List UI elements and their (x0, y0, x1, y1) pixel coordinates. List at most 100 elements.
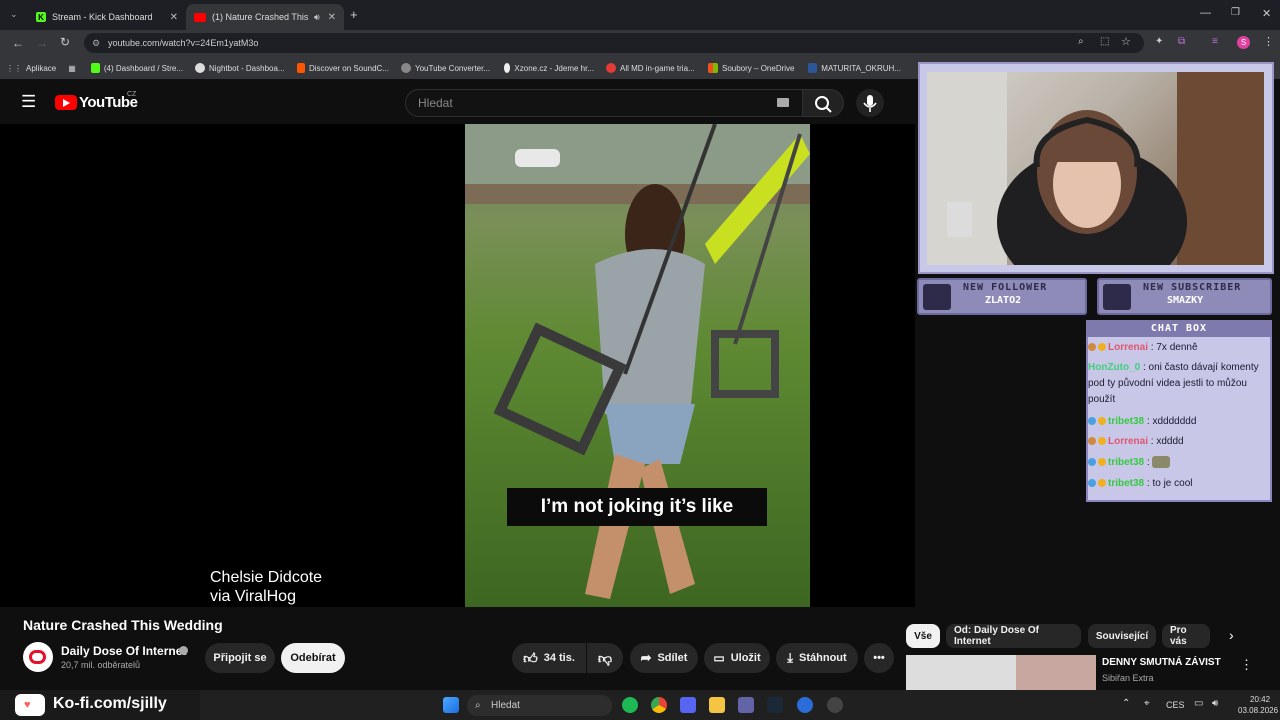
search-button[interactable] (802, 89, 844, 117)
bookmark-apps[interactable]: ⋮⋮ Aplikace ▦ (0, 64, 85, 73)
bookmark-xzone[interactable]: Xzone.cz - Jdeme hr... (498, 63, 600, 73)
subscribe-button[interactable]: Odebírat (281, 643, 345, 673)
country-code: CZ (127, 91, 137, 98)
join-button[interactable]: Připojit se (205, 643, 275, 673)
language-indicator[interactable]: CES (1166, 700, 1185, 710)
chip-related[interactable]: Související (1088, 624, 1156, 648)
tray-chevron-icon[interactable]: ⌃ (1122, 698, 1130, 709)
file-explorer-icon[interactable] (709, 697, 725, 713)
browser-menu-icon[interactable]: ⋮ (1263, 35, 1274, 48)
obs-icon[interactable] (827, 697, 843, 713)
join-label: Připojit se (213, 652, 267, 664)
keyboard-icon[interactable] (777, 98, 789, 107)
recommended-channel[interactable]: Sibiřan Extra (1102, 673, 1154, 683)
chat-text: : xdddd (1150, 436, 1184, 447)
streamer-scene (927, 72, 1264, 297)
voice-search-button[interactable] (856, 89, 884, 117)
like-count: 34 tis. (543, 652, 575, 664)
location-icon[interactable]: ⌖ (1144, 698, 1150, 709)
volume-icon[interactable]: 🔊︎ (1212, 698, 1218, 709)
network-icon[interactable]: ▭ (1194, 698, 1203, 709)
bookmark-dashboard[interactable]: (4) Dashboard / Stre... (85, 63, 189, 73)
app-c-icon[interactable] (797, 697, 813, 713)
recommended-thumbnail[interactable] (906, 655, 1096, 691)
reload-icon[interactable]: ↻ (60, 35, 70, 49)
bookmark-label: Discover on SoundC... (308, 63, 389, 73)
new-tab-icon[interactable]: + (350, 7, 358, 22)
save-button[interactable]: ▭ Uložit (704, 643, 770, 673)
profile-avatar-icon[interactable]: S (1237, 36, 1250, 49)
clock-time[interactable]: 20:42 (1250, 695, 1270, 704)
save-playlist-icon: ▭ (713, 651, 725, 665)
site-info-icon[interactable]: ⚙ (92, 38, 100, 49)
youtube-logo-icon[interactable] (55, 95, 77, 110)
recommended-title[interactable]: DENNY SMUTNÁ ZÁVIST (1102, 657, 1221, 668)
bookmark-onedrive[interactable]: Soubory – OneDrive (702, 63, 802, 73)
bookmark-nightbot[interactable]: Nightbot - Dashboa... (189, 63, 291, 73)
like-button[interactable]: 👍︎ 34 tis. (512, 643, 586, 673)
chip-label: Související (1095, 630, 1149, 642)
tab-kick-dashboard[interactable]: K Stream - Kick Dashboard ✕ (28, 4, 186, 30)
bookmark-md-triage[interactable]: All MD in-game tria... (600, 63, 702, 73)
share-button[interactable]: ➦ Sdílet (630, 643, 698, 673)
chip-for-you[interactable]: Pro vás (1162, 624, 1210, 648)
badge-icon (1088, 479, 1096, 488)
chat-message: Lorrenai : 7x denně (1088, 340, 1272, 356)
close-tab-icon[interactable]: ✕ (328, 12, 336, 23)
download-button[interactable]: ⤓ Stáhnout (776, 643, 858, 673)
chip-label: Pro vás (1170, 625, 1187, 647)
bookmark-label: (4) Dashboard / Stre... (103, 63, 183, 73)
chip-all[interactable]: Vše (906, 624, 940, 648)
video-frame[interactable] (465, 124, 810, 607)
globe-icon (401, 63, 411, 73)
channel-avatar[interactable] (23, 642, 53, 672)
taskbar-search[interactable]: ⌕ Hledat (467, 695, 612, 716)
zoom-icon[interactable]: ⌕ (1078, 36, 1084, 47)
media-control-icon[interactable]: ≡ (1212, 36, 1218, 47)
install-app-icon[interactable]: ⬚ (1100, 36, 1109, 47)
bookmark-label: YouTube Converter... (415, 63, 491, 73)
search-input[interactable]: Hledat (405, 89, 803, 117)
teams-icon[interactable] (738, 697, 754, 713)
extensions-puzzle-icon[interactable]: ⧉ (1178, 36, 1185, 47)
nightbot-icon (195, 63, 205, 73)
steam-icon[interactable] (767, 697, 783, 713)
bookmark-maturita[interactable]: MATURITA_OKRUH... (802, 63, 907, 73)
tab-list-icon[interactable]: ⌄ (10, 9, 18, 20)
kofi-cup-icon: ♥ (15, 694, 45, 716)
dislike-button[interactable]: 👎︎ (587, 643, 623, 673)
tab-youtube-video[interactable]: (1) Nature Crashed This We 🔊︎ ✕ (186, 4, 344, 30)
md-icon (606, 63, 616, 73)
chat-message: Lorrenai : xdddd (1088, 434, 1272, 450)
credit-source: via ViralHog (210, 588, 296, 605)
start-windows-icon[interactable] (443, 697, 459, 713)
forward-icon[interactable]: → (36, 36, 48, 50)
menu-hamburger-icon[interactable]: ☰ (21, 92, 36, 112)
bookmark-yt-converter[interactable]: YouTube Converter... (395, 63, 498, 73)
badge-icon (1088, 437, 1096, 446)
maximize-icon[interactable]: ❐ (1231, 7, 1240, 18)
minimize-icon[interactable]: — (1200, 7, 1211, 19)
speaker-icon[interactable]: 🔊︎ (314, 12, 320, 23)
bookmark-star-icon[interactable]: ☆ (1121, 35, 1131, 48)
close-window-icon[interactable]: ✕ (1262, 7, 1271, 20)
chat-message: tribet38 : to je cool (1088, 476, 1272, 492)
chat-message: tribet38 : xddddddd (1088, 414, 1272, 430)
spotify-icon[interactable] (622, 697, 638, 713)
channel-name[interactable]: Daily Dose Of Internet (61, 644, 186, 658)
chip-from-channel[interactable]: Od: Daily Dose Of Internet (946, 624, 1081, 648)
microsoft-icon (708, 63, 718, 73)
thumbs-down-icon: 👎︎ (597, 649, 613, 666)
discord-icon[interactable] (680, 697, 696, 713)
clock-date[interactable]: 03.08.2026 (1238, 706, 1278, 715)
url-text: youtube.com/watch?v=24Em1yatM3o (108, 38, 259, 48)
close-tab-icon[interactable]: ✕ (170, 12, 178, 23)
bookmark-soundcloud[interactable]: Discover on SoundC... (291, 63, 395, 73)
recommended-menu-icon[interactable]: ⋮ (1240, 657, 1253, 673)
back-icon[interactable]: ← (12, 36, 24, 50)
chrome-icon[interactable] (651, 697, 667, 713)
extension-icon[interactable]: ✦ (1155, 36, 1163, 47)
more-actions-button[interactable]: ••• (864, 643, 894, 673)
url-field[interactable]: ⚙ youtube.com/watch?v=24Em1yatM3o (84, 33, 1144, 53)
chevron-right-icon[interactable]: › (1229, 627, 1234, 643)
